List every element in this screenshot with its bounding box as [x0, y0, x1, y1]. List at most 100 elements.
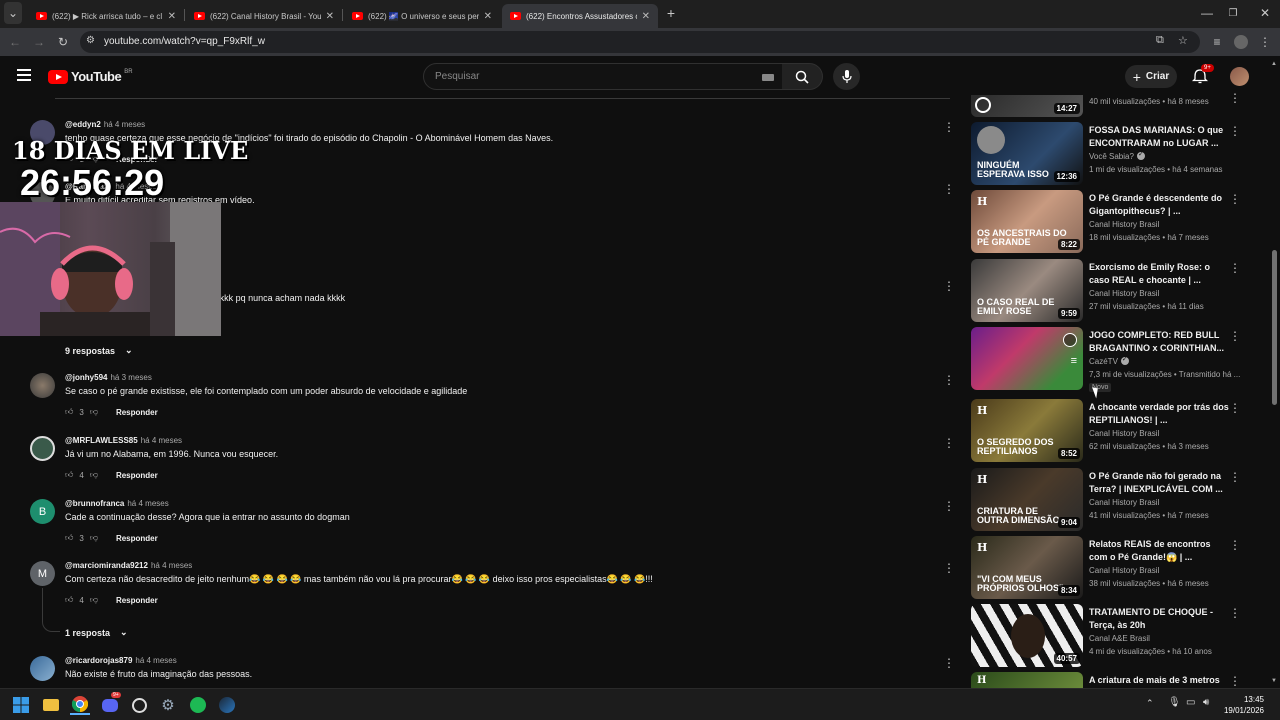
- comment-menu-icon[interactable]: ⋮: [943, 279, 955, 293]
- comment-menu-icon[interactable]: ⋮: [943, 120, 955, 134]
- comment-time[interactable]: há 3 meses: [110, 373, 151, 382]
- reload-icon[interactable]: ↻: [52, 28, 74, 56]
- restore-window-icon[interactable]: ❐: [1222, 2, 1244, 24]
- avatar[interactable]: [30, 656, 55, 681]
- notifications-button[interactable]: 9+: [1191, 64, 1214, 84]
- close-tab-icon[interactable]: ✕: [326, 11, 334, 22]
- video-menu-icon[interactable]: ⋮: [1229, 329, 1241, 343]
- video-title[interactable]: O Pé Grande é descendente do Gigantopith…: [1089, 192, 1229, 218]
- comment-menu-icon[interactable]: ⋮: [943, 182, 955, 196]
- comment-author[interactable]: @brunnofranca: [65, 499, 124, 508]
- settings-gear-icon[interactable]: ⚙: [158, 695, 178, 715]
- dislike-icon[interactable]: 👎︎: [90, 470, 98, 480]
- comment-time[interactable]: há 4 meses: [135, 656, 176, 665]
- file-explorer-icon[interactable]: [41, 695, 61, 715]
- tab-search-chevron-icon[interactable]: ⌄: [4, 2, 22, 24]
- close-tab-icon[interactable]: ✕: [168, 11, 176, 22]
- browser-tab-1[interactable]: (622) ▶ Rick arrisca tudo – e cl ✕: [28, 4, 184, 28]
- video-title[interactable]: TRATAMENTO DE CHOQUE - Terça, às 20h: [1089, 606, 1229, 632]
- comment-menu-icon[interactable]: ⋮: [943, 656, 955, 670]
- obs-icon[interactable]: [129, 695, 149, 715]
- new-tab-icon[interactable]: +: [660, 2, 682, 24]
- address-bar[interactable]: ⚙ youtube.com/watch?v=qp_F9xRlf_w ⧉ ☆: [80, 31, 1200, 53]
- video-thumbnail[interactable]: H CRIATURA DE OUTRA DIMENSÃO 9:04: [971, 468, 1083, 531]
- close-tab-icon[interactable]: ✕: [642, 11, 650, 22]
- comment-time[interactable]: há 4 meses: [151, 561, 192, 570]
- video-title[interactable]: FOSSA DAS MARIANAS: O que ENCONTRARAM no…: [1089, 124, 1229, 150]
- dislike-icon[interactable]: 👎︎: [90, 407, 98, 417]
- media-controls-icon[interactable]: ≡: [1206, 28, 1228, 56]
- video-menu-icon[interactable]: ⋮: [1229, 470, 1241, 484]
- search-input[interactable]: Pesquisar: [423, 63, 783, 90]
- comment-menu-icon[interactable]: ⋮: [943, 499, 955, 513]
- video-menu-icon[interactable]: ⋮: [1229, 91, 1241, 105]
- cast-icon[interactable]: ⧉: [1156, 34, 1164, 47]
- video-thumbnail[interactable]: 40:57: [971, 604, 1083, 667]
- url-text[interactable]: youtube.com/watch?v=qp_F9xRlf_w: [104, 36, 265, 47]
- microphone-tray-icon[interactable]: 🎙︎: [1168, 697, 1181, 708]
- related-video[interactable]: H "VI COM MEUS PRÓPRIOS OLHOS" 8:34 Rela…: [971, 536, 1251, 599]
- reply-button[interactable]: Responder: [116, 471, 158, 480]
- volume-icon[interactable]: 🔊︎: [1203, 697, 1209, 708]
- video-thumbnail[interactable]: 14:27: [971, 95, 1083, 117]
- comment-author[interactable]: @eddyn2: [65, 120, 101, 129]
- like-icon[interactable]: 👍︎: [65, 533, 73, 543]
- watch-later-icon[interactable]: [1063, 333, 1077, 347]
- youtube-logo[interactable]: YouTube BR: [48, 69, 133, 84]
- network-icon[interactable]: ▭: [1186, 697, 1195, 708]
- dislike-icon[interactable]: 👎︎: [90, 595, 98, 605]
- video-title[interactable]: A criatura de mais de 3 metros: [1089, 674, 1229, 687]
- channel-name[interactable]: Canal History Brasil: [1089, 498, 1159, 507]
- comment-time[interactable]: há 4 meses: [141, 436, 182, 445]
- browser-tab-2[interactable]: (622) Canal History Brasil - YouT ✕: [186, 4, 342, 28]
- browser-tab-4-active[interactable]: (622) Encontros Assustadores c ✕: [502, 4, 658, 28]
- keyboard-icon[interactable]: [762, 74, 774, 81]
- comment-menu-icon[interactable]: ⋮: [943, 436, 955, 450]
- video-menu-icon[interactable]: ⋮: [1229, 192, 1241, 206]
- comment-author[interactable]: @ricardorojas879: [65, 656, 132, 665]
- bookmark-star-icon[interactable]: ☆: [1178, 34, 1188, 47]
- browser-tab-3[interactable]: (622) 🌌 O universo e seus per ✕: [344, 4, 500, 28]
- related-video[interactable]: 14:27 40 mil visualizações • há 8 meses …: [971, 91, 1251, 117]
- channel-name[interactable]: Canal History Brasil: [1089, 566, 1159, 575]
- avatar[interactable]: [30, 436, 55, 461]
- discord-icon[interactable]: 9+: [100, 692, 121, 715]
- channel-name[interactable]: Canal History Brasil: [1089, 429, 1159, 438]
- video-thumbnail[interactable]: O CASO REAL DE EMILY ROSE 9:59: [971, 259, 1083, 322]
- search-button[interactable]: [782, 63, 823, 90]
- video-title[interactable]: A chocante verdade por trás dos REPTILIA…: [1089, 401, 1229, 427]
- channel-name[interactable]: Você Sabia?: [1089, 150, 1145, 161]
- like-icon[interactable]: 👍︎: [65, 595, 73, 605]
- related-video[interactable]: H CRIATURA DE OUTRA DIMENSÃO 9:04 O Pé G…: [971, 468, 1251, 531]
- avatar[interactable]: [30, 373, 55, 398]
- add-to-queue-icon[interactable]: ≡: [1071, 355, 1077, 367]
- reply-button[interactable]: Responder: [116, 534, 158, 543]
- show-replies-button[interactable]: 9 respostas ⌄: [65, 345, 133, 356]
- comment-author[interactable]: @MRFLAWLESS85: [65, 436, 138, 445]
- like-icon[interactable]: 👍︎: [65, 407, 73, 417]
- video-title[interactable]: O Pé Grande não foi gerado na Terra? | I…: [1089, 470, 1229, 496]
- voice-search-button[interactable]: [833, 63, 860, 90]
- comment-time[interactable]: há 4 meses: [127, 499, 168, 508]
- related-video[interactable]: H A criatura de mais de 3 metros ⋮: [971, 672, 1251, 688]
- channel-name[interactable]: Canal History Brasil: [1089, 289, 1159, 298]
- related-video[interactable]: H O SEGREDO DOS REPTILIANOS 8:52 A choca…: [971, 399, 1251, 462]
- video-title[interactable]: Relatos REAIS de encontros com o Pé Gran…: [1089, 538, 1229, 564]
- account-avatar[interactable]: [1230, 67, 1249, 86]
- profile-avatar-icon[interactable]: [1230, 28, 1252, 56]
- channel-name[interactable]: Canal A&E Brasil: [1089, 634, 1150, 643]
- steam-icon[interactable]: [217, 695, 237, 715]
- back-icon[interactable]: ←: [4, 28, 26, 56]
- system-clock[interactable]: 13:45 19/01/2026: [1224, 694, 1264, 716]
- video-title[interactable]: Exorcismo de Emily Rose: o caso REAL e c…: [1089, 261, 1229, 287]
- comment-author[interactable]: @jonhy594: [65, 373, 107, 382]
- video-thumbnail[interactable]: H: [971, 672, 1083, 688]
- show-hidden-icons-chevron-icon[interactable]: ⌃: [1146, 698, 1154, 709]
- like-icon[interactable]: 👍︎: [65, 470, 73, 480]
- spotify-icon[interactable]: [188, 695, 208, 715]
- forward-icon[interactable]: →: [28, 28, 50, 56]
- video-title[interactable]: JOGO COMPLETO: RED BULL BRAGANTINO x COR…: [1089, 329, 1229, 355]
- related-video[interactable]: 40:57 TRATAMENTO DE CHOQUE - Terça, às 2…: [971, 604, 1251, 667]
- reply-button[interactable]: Responder: [116, 596, 158, 605]
- related-video[interactable]: ≡ JOGO COMPLETO: RED BULL BRAGANTINO x C…: [971, 327, 1251, 392]
